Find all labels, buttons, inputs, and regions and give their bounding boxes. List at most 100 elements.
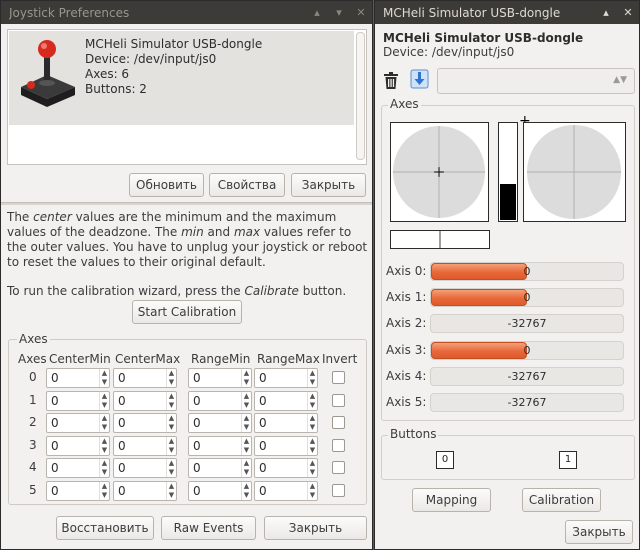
spin-arrows-icon[interactable]: ▲ ▼ xyxy=(166,369,176,387)
spin-arrows-icon[interactable]: ▲ ▼ xyxy=(99,459,109,478)
spin-arrows-icon[interactable]: ▲ ▼ xyxy=(241,482,251,500)
close-button[interactable]: Закрыть xyxy=(264,516,367,540)
device-list-scrollbar[interactable] xyxy=(356,32,365,160)
center-max-spin[interactable]: 0 ▲ ▼ xyxy=(113,390,177,411)
spin-arrows-icon[interactable]: ▲ ▼ xyxy=(307,414,317,433)
mapping-combo[interactable]: ▲▼ xyxy=(437,68,635,94)
joystick-preferences-window: Joystick Preferences ▴ ▾ ✕ MCHeli Simula… xyxy=(0,0,373,550)
range-min-spin[interactable]: 0 ▲ ▼ xyxy=(188,368,252,388)
throttle-fill xyxy=(500,183,516,220)
center-max-spin[interactable]: 0 ▲ ▼ xyxy=(113,368,177,388)
invert-checkbox[interactable] xyxy=(332,461,345,475)
spin-arrows-icon[interactable]: ▲ ▼ xyxy=(307,459,317,478)
invert-checkbox[interactable] xyxy=(332,438,345,452)
spin-value: 0 xyxy=(118,461,126,476)
spin-value: 0 xyxy=(51,461,59,476)
spin-value: 0 xyxy=(51,416,59,431)
spin-arrows-icon[interactable]: ▲ ▼ xyxy=(241,459,251,478)
invert-checkbox[interactable] xyxy=(332,484,345,497)
button-indicator: 0 xyxy=(436,451,454,469)
invert-checkbox[interactable] xyxy=(332,416,345,430)
invert-checkbox[interactable] xyxy=(332,371,345,384)
device-list-item[interactable]: MCHeli Simulator USB-dongle Device: /dev… xyxy=(9,31,354,125)
center-min-spin[interactable]: 0 ▲ ▼ xyxy=(46,390,110,411)
center-max-spin[interactable]: 0 ▲ ▼ xyxy=(113,458,177,479)
range-max-spin[interactable]: 0 ▲ ▼ xyxy=(254,481,318,501)
refresh-button[interactable]: Обновить xyxy=(129,173,204,197)
axis-number: 4 xyxy=(29,460,37,475)
range-max-spin[interactable]: 0 ▲ ▼ xyxy=(254,435,318,456)
spin-arrows-icon[interactable]: ▲ ▼ xyxy=(307,436,317,455)
maximize-icon[interactable]: ▴ xyxy=(595,1,617,24)
spin-arrows-icon[interactable]: ▲ ▼ xyxy=(99,391,109,410)
raw-events-button[interactable]: Raw Events xyxy=(161,516,256,540)
axis-horizontal xyxy=(390,230,490,249)
spin-arrows-icon[interactable]: ▲ ▼ xyxy=(166,391,176,410)
header-invert: Invert xyxy=(322,352,358,366)
spin-value: 0 xyxy=(118,371,126,385)
range-min-spin[interactable]: 0 ▲ ▼ xyxy=(188,481,252,501)
calibration-button[interactable]: Calibration xyxy=(522,488,601,512)
download-icon[interactable] xyxy=(410,69,429,89)
center-min-spin[interactable]: 0 ▲ ▼ xyxy=(46,481,110,501)
range-min-spin[interactable]: 0 ▲ ▼ xyxy=(188,390,252,411)
axis-value-bar: -32767 xyxy=(430,314,624,334)
range-min-spin[interactable]: 0 ▲ ▼ xyxy=(188,413,252,434)
close-list-button[interactable]: Закрыть xyxy=(291,173,366,197)
range-min-spin[interactable]: 0 ▲ ▼ xyxy=(188,458,252,479)
spin-arrows-icon[interactable]: ▲ ▼ xyxy=(241,391,251,410)
invert-checkbox[interactable] xyxy=(332,393,345,407)
spin-arrows-icon[interactable]: ▲ ▼ xyxy=(241,436,251,455)
spin-value: 0 xyxy=(193,438,201,453)
axis-bar-label: Axis 5: xyxy=(386,395,427,409)
spin-arrows-icon[interactable]: ▲ ▼ xyxy=(166,459,176,478)
center-min-spin[interactable]: 0 ▲ ▼ xyxy=(46,413,110,434)
range-max-spin[interactable]: 0 ▲ ▼ xyxy=(254,390,318,411)
maximize-icon[interactable]: ▴ xyxy=(306,1,328,24)
restore-button[interactable]: Восстановить xyxy=(56,516,154,540)
axis-bar-value: 0 xyxy=(523,265,531,278)
spin-value: 0 xyxy=(193,461,201,476)
center-min-spin[interactable]: 0 ▲ ▼ xyxy=(46,368,110,388)
axes-test-label: Axes xyxy=(388,97,421,111)
calibration-description: The center values are the minimum and th… xyxy=(7,210,368,298)
spin-arrows-icon[interactable]: ▲ ▼ xyxy=(99,482,109,500)
axis-bar-label: Axis 3: xyxy=(386,342,427,357)
trash-icon[interactable] xyxy=(384,72,398,89)
close-test-button[interactable]: Закрыть xyxy=(565,520,633,544)
range-max-spin[interactable]: 0 ▲ ▼ xyxy=(254,368,318,388)
axis-number: 1 xyxy=(29,392,37,407)
spin-arrows-icon[interactable]: ▲ ▼ xyxy=(99,436,109,455)
device-axes-count: Axes: 6 xyxy=(85,67,130,81)
close-window-icon[interactable]: ✕ xyxy=(617,1,639,24)
center-max-spin[interactable]: 0 ▲ ▼ xyxy=(113,435,177,456)
header-center-max: CenterMax xyxy=(115,352,181,366)
range-max-spin[interactable]: 0 ▲ ▼ xyxy=(254,458,318,479)
properties-button[interactable]: Свойства xyxy=(209,173,285,197)
spin-arrows-icon[interactable]: ▲ ▼ xyxy=(307,369,317,387)
spin-arrows-icon[interactable]: ▲ ▼ xyxy=(241,369,251,387)
range-max-spin[interactable]: 0 ▲ ▼ xyxy=(254,413,318,434)
spin-arrows-icon[interactable]: ▲ ▼ xyxy=(166,414,176,433)
header-center-min: CenterMin xyxy=(49,352,111,366)
minimize-icon[interactable]: ▾ xyxy=(328,1,350,24)
spin-arrows-icon[interactable]: ▲ ▼ xyxy=(166,436,176,455)
spin-value: 0 xyxy=(259,484,267,498)
close-window-icon[interactable]: ✕ xyxy=(350,1,372,24)
spin-arrows-icon[interactable]: ▲ ▼ xyxy=(241,414,251,433)
mapping-button[interactable]: Mapping xyxy=(412,488,491,512)
spin-arrows-icon[interactable]: ▲ ▼ xyxy=(166,482,176,500)
center-max-spin[interactable]: 0 ▲ ▼ xyxy=(113,413,177,434)
center-max-spin[interactable]: 0 ▲ ▼ xyxy=(113,481,177,501)
start-calibration-button[interactable]: Start Calibration xyxy=(132,300,242,324)
spin-value: 0 xyxy=(118,438,126,453)
device-list[interactable]: MCHeli Simulator USB-dongle Device: /dev… xyxy=(7,29,367,165)
range-min-spin[interactable]: 0 ▲ ▼ xyxy=(188,435,252,456)
spin-arrows-icon[interactable]: ▲ ▼ xyxy=(307,482,317,500)
pane-separator[interactable] xyxy=(1,202,372,205)
center-min-spin[interactable]: 0 ▲ ▼ xyxy=(46,435,110,456)
spin-arrows-icon[interactable]: ▲ ▼ xyxy=(99,414,109,433)
spin-arrows-icon[interactable]: ▲ ▼ xyxy=(99,369,109,387)
center-min-spin[interactable]: 0 ▲ ▼ xyxy=(46,458,110,479)
spin-arrows-icon[interactable]: ▲ ▼ xyxy=(307,391,317,410)
